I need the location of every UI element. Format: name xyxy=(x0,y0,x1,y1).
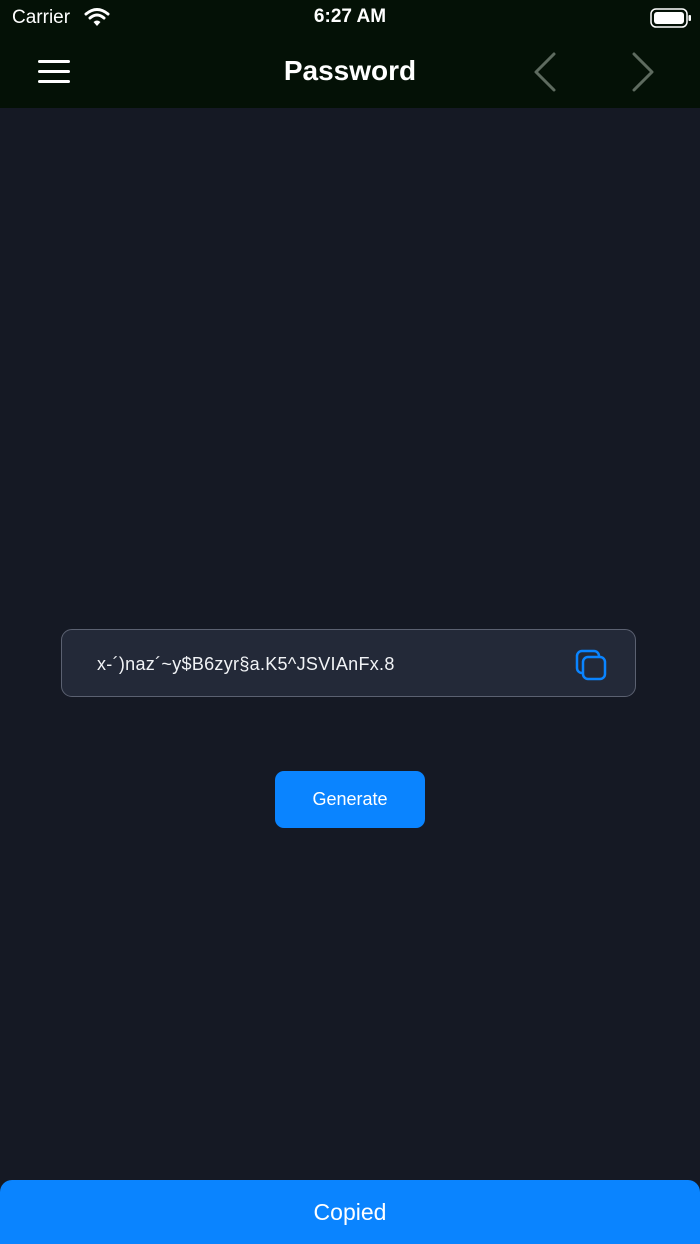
copy-button[interactable] xyxy=(574,648,608,682)
chevron-right-icon xyxy=(632,52,654,92)
generate-button[interactable]: Generate xyxy=(275,771,425,828)
password-value[interactable]: x-´)naz´~y$B6zyr§a.K5^JSVIAnFx.8 xyxy=(97,654,395,675)
forward-button[interactable] xyxy=(624,50,660,99)
battery-icon xyxy=(650,8,692,33)
page-title: Password xyxy=(283,55,417,86)
status-time: 6:27 AM xyxy=(313,6,387,27)
back-button[interactable] xyxy=(528,50,564,99)
copied-button[interactable]: Copied xyxy=(0,1180,700,1244)
password-field[interactable]: x-´)naz´~y$B6zyr§a.K5^JSVIAnFx.8 xyxy=(61,629,636,697)
app-header: Carrier 6:27 AM Password xyxy=(0,0,700,108)
status-bar: Carrier 6:27 AM xyxy=(0,0,700,36)
menu-button[interactable] xyxy=(36,56,74,86)
chevron-left-icon xyxy=(534,52,556,92)
navigation-bar: Password xyxy=(0,36,700,108)
copy-icon xyxy=(575,649,607,681)
